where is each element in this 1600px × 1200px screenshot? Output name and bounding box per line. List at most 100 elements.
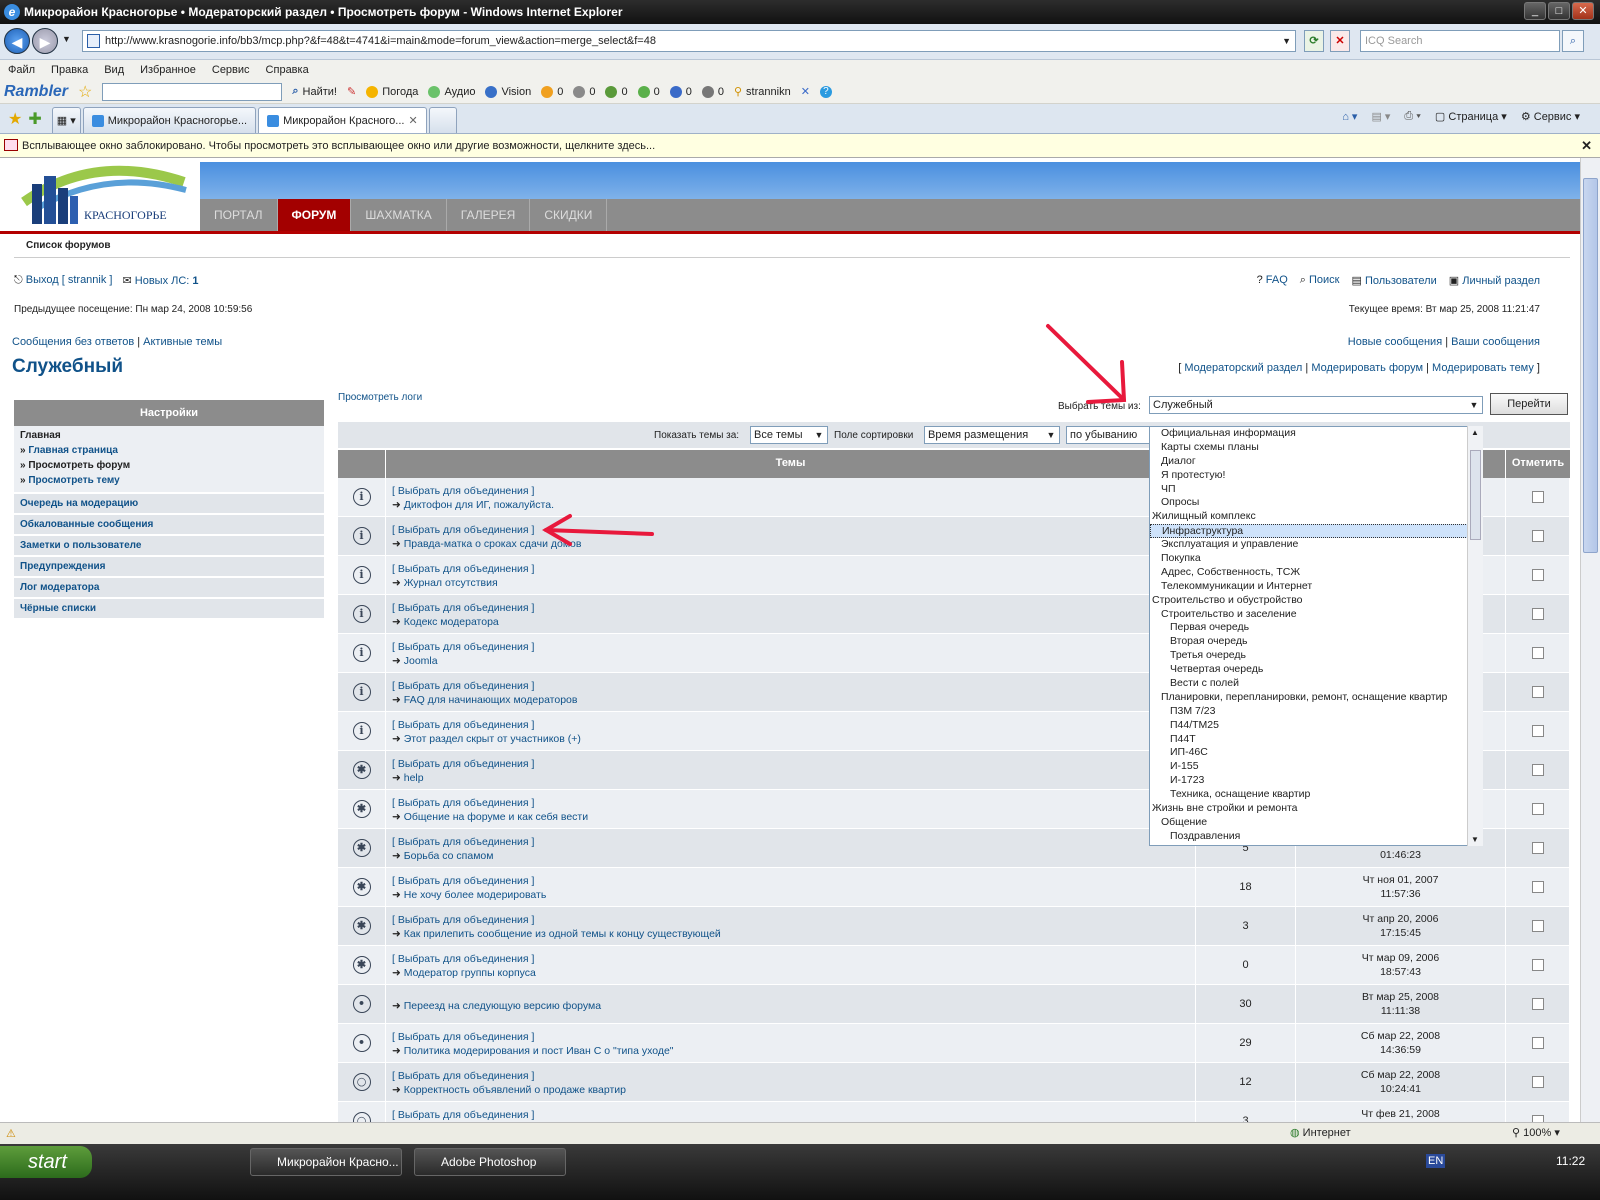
- page-menu[interactable]: ▢ Страница ▾: [1435, 110, 1507, 123]
- dropdown-option[interactable]: Первая очередь: [1150, 621, 1482, 635]
- merge-select-link[interactable]: [ Выбрать для объединения ]: [392, 1070, 534, 1082]
- dropdown-option[interactable]: И-1723: [1150, 774, 1482, 788]
- sidebar-item-warnings[interactable]: Предупреждения: [14, 557, 324, 578]
- view-logs-link[interactable]: Просмотреть логи: [338, 392, 422, 403]
- menu-edit[interactable]: Правка: [51, 64, 88, 76]
- close-window-button[interactable]: ✕: [1572, 2, 1594, 20]
- merge-select-link[interactable]: [ Выбрать для объединения ]: [392, 875, 534, 887]
- topic-title[interactable]: Корректность объявлений о продаже кварти…: [404, 1084, 626, 1096]
- rambler-search-input[interactable]: [102, 82, 283, 101]
- mod-forum-link[interactable]: Модерировать форум: [1311, 362, 1423, 374]
- topic-checkbox[interactable]: [1531, 998, 1544, 1010]
- topic-title[interactable]: Этот раздел скрыт от участников (+): [404, 733, 581, 745]
- faq-link[interactable]: ? FAQ: [1257, 274, 1288, 287]
- language-indicator[interactable]: EN: [1426, 1154, 1446, 1168]
- home-icon[interactable]: ⌂ ▾: [1342, 110, 1357, 123]
- counter-3[interactable]: 0: [605, 85, 628, 98]
- nav-forum[interactable]: ФОРУМ: [277, 199, 352, 231]
- search-link[interactable]: ⌕ Поиск: [1300, 274, 1340, 287]
- merge-select-link[interactable]: [ Выбрать для объединения ]: [392, 758, 534, 770]
- nav-chess[interactable]: ШАХМАТКА: [351, 199, 447, 231]
- dropdown-scroll-up-icon[interactable]: ▲: [1471, 428, 1479, 437]
- pm-link[interactable]: ✉ Новых ЛС: 1: [122, 274, 198, 287]
- topic-title[interactable]: Диктофон для ИГ, пожалуйста.: [404, 499, 554, 511]
- settings-icon[interactable]: ✕: [801, 85, 810, 98]
- users-link[interactable]: ▤ Пользователи: [1351, 274, 1436, 287]
- dropdown-option[interactable]: Третья очередь: [1150, 649, 1482, 663]
- search-go-icon[interactable]: ⌕: [1562, 30, 1584, 52]
- merge-select-link[interactable]: [ Выбрать для объединения ]: [392, 563, 534, 575]
- merge-select-link[interactable]: [ Выбрать для объединения ]: [392, 914, 534, 926]
- topic-checkbox[interactable]: [1531, 803, 1544, 815]
- site-logo[interactable]: КРАСНОГОРЬЕ: [14, 162, 194, 226]
- topic-title[interactable]: Как прилепить сообщение из одной темы к …: [404, 928, 721, 940]
- dropdown-scrollbar[interactable]: ▲ ▼: [1467, 426, 1483, 846]
- topic-checkbox[interactable]: [1531, 530, 1544, 542]
- days-select[interactable]: Все темы ▼: [750, 426, 828, 444]
- topic-checkbox[interactable]: [1531, 959, 1544, 971]
- zoom-level[interactable]: ⚲ 100% ▾: [1512, 1126, 1560, 1139]
- forum-select-options[interactable]: Официальная информация Карты схемы планы Д…: [1149, 426, 1483, 846]
- dropdown-option[interactable]: Вести с полей: [1150, 677, 1482, 691]
- merge-select-link[interactable]: [ Выбрать для объединения ]: [392, 524, 534, 536]
- dropdown-option[interactable]: Вторая очередь: [1150, 635, 1482, 649]
- dropdown-option[interactable]: ЧП: [1150, 483, 1482, 497]
- mcp-link[interactable]: Модераторский раздел: [1184, 362, 1302, 374]
- dropdown-option[interactable]: Четвертая очередь: [1150, 663, 1482, 677]
- topic-checkbox[interactable]: [1531, 881, 1544, 893]
- user-button[interactable]: ⚲ strannikn: [734, 85, 791, 99]
- tab-2[interactable]: Микрорайон Красного... ✕: [258, 107, 427, 133]
- minimize-button[interactable]: _: [1524, 2, 1546, 20]
- dropdown-option[interactable]: Поздравления: [1150, 830, 1482, 844]
- merge-select-link[interactable]: [ Выбрать для объединения ]: [392, 719, 534, 731]
- dropdown-option[interactable]: Планировки, перепланировки, ремонт, осна…: [1150, 691, 1482, 705]
- spellcheck-icon[interactable]: ✎: [347, 85, 356, 98]
- menu-favorites[interactable]: Избранное: [140, 64, 196, 76]
- dropdown-option[interactable]: Диалог: [1150, 455, 1482, 469]
- menu-tools[interactable]: Сервис: [212, 64, 250, 76]
- dropdown-option[interactable]: Адрес, Собственность, ТСЖ: [1150, 566, 1482, 580]
- tab-close-icon[interactable]: ✕: [408, 109, 417, 133]
- dropdown-option[interactable]: ИП-46С: [1150, 746, 1482, 760]
- counter-4[interactable]: 0: [637, 85, 660, 98]
- dropdown-option[interactable]: И-155: [1150, 760, 1482, 774]
- topic-title[interactable]: FAQ для начинающих модераторов: [404, 694, 578, 706]
- add-favorites-icon[interactable]: ✚: [28, 109, 41, 129]
- dropdown-option[interactable]: Инфраструктура: [1150, 524, 1482, 539]
- topic-title[interactable]: Joomla: [404, 655, 438, 667]
- page-scrollbar[interactable]: [1580, 158, 1600, 1122]
- topic-checkbox[interactable]: [1531, 608, 1544, 620]
- unanswered-link[interactable]: Сообщения без ответов: [12, 336, 134, 348]
- sidebar-item-view-topic[interactable]: » Просмотреть тему: [20, 475, 318, 486]
- merge-select-link[interactable]: [ Выбрать для объединения ]: [392, 797, 534, 809]
- search-input[interactable]: ICQ Search: [1360, 30, 1560, 52]
- topic-title[interactable]: Переезд на следующую версию форума: [404, 1000, 601, 1012]
- topic-title[interactable]: Общение на форуме и как себя вести: [404, 811, 588, 823]
- sidebar-item-reports[interactable]: Обкалованные сообщения: [14, 515, 324, 536]
- merge-select-link[interactable]: [ Выбрать для объединения ]: [392, 680, 534, 692]
- popup-blocked-bar[interactable]: Всплывающее окно заблокировано. Чтобы пр…: [0, 134, 1600, 158]
- counter-2[interactable]: 0: [573, 85, 595, 98]
- topic-checkbox[interactable]: [1531, 686, 1544, 698]
- dropdown-option[interactable]: Жизнь вне стройки и ремонта: [1150, 802, 1482, 816]
- sidebar-item-notes[interactable]: Заметки о пользователе: [14, 536, 324, 557]
- dropdown-option[interactable]: Покупка: [1150, 552, 1482, 566]
- new-tab-button[interactable]: [428, 107, 457, 133]
- help-icon[interactable]: ?: [819, 85, 832, 98]
- topic-checkbox[interactable]: [1531, 569, 1544, 581]
- dropdown-option[interactable]: Эксплуатация и управление: [1150, 538, 1482, 552]
- dropdown-option[interactable]: П44Т: [1150, 733, 1482, 747]
- back-button[interactable]: ◀: [4, 28, 30, 54]
- merge-select-link[interactable]: [ Выбрать для объединения ]: [392, 953, 534, 965]
- topic-title[interactable]: help: [404, 772, 424, 784]
- tab-1[interactable]: Микрорайон Красногорье...: [82, 107, 257, 133]
- sort-key-select[interactable]: Время размещения ▼: [924, 426, 1060, 444]
- topic-title[interactable]: Модератор группы корпуса: [404, 967, 536, 979]
- menu-view[interactable]: Вид: [104, 64, 124, 76]
- topic-title[interactable]: Политика модерирования и пост Иван С о "…: [404, 1045, 674, 1057]
- dropdown-scroll-thumb[interactable]: [1470, 450, 1481, 540]
- sidebar-item-blacklists[interactable]: Чёрные списки: [14, 599, 324, 620]
- stop-icon[interactable]: ✕: [1330, 30, 1350, 52]
- merge-select-link[interactable]: [ Выбрать для объединения ]: [392, 485, 534, 497]
- menu-file[interactable]: Файл: [8, 64, 35, 76]
